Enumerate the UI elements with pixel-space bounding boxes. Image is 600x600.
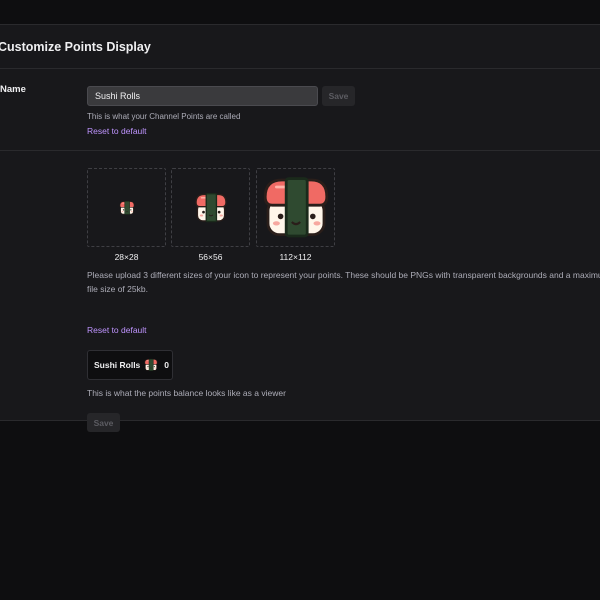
points-balance-preview: Sushi Rolls 0 xyxy=(87,350,173,380)
sushi-roll-icon xyxy=(194,192,227,222)
icon-upload-112[interactable] xyxy=(256,168,335,247)
customize-points-panel: Customize Points Display Name Save This … xyxy=(0,24,600,432)
reset-name-link[interactable]: Reset to default xyxy=(87,126,147,136)
save-icon-button[interactable]: Save xyxy=(87,413,120,432)
panel-header: Customize Points Display xyxy=(0,25,600,69)
icon-size-label-28: 28×28 xyxy=(114,252,139,262)
sushi-roll-icon xyxy=(263,176,328,237)
icon-size-label-56: 56×56 xyxy=(198,252,223,262)
preview-points-name: Sushi Rolls xyxy=(94,360,141,370)
preview-points-value: 0 xyxy=(164,360,170,370)
panel-title: Customize Points Display xyxy=(0,40,151,54)
sushi-roll-icon xyxy=(144,358,158,371)
name-label: Name xyxy=(0,84,26,95)
icon-upload-56[interactable] xyxy=(171,168,250,247)
icon-section: 28×28 56×56 112×112 Please upload 3 diff… xyxy=(0,152,600,432)
save-name-button[interactable]: Save xyxy=(322,86,355,106)
icon-upload-28[interactable] xyxy=(87,168,166,247)
reset-icon-link[interactable]: Reset to default xyxy=(87,325,147,335)
points-name-input[interactable] xyxy=(87,86,318,106)
name-section: Name Save This is what your Channel Poin… xyxy=(0,70,600,151)
icon-size-label-112: 112×112 xyxy=(279,252,312,262)
sushi-roll-icon xyxy=(119,200,134,215)
name-hint: This is what your Channel Points are cal… xyxy=(87,112,241,121)
preview-hint: This is what the points balance looks li… xyxy=(87,388,286,398)
icon-upload-description: Please upload 3 different sizes of your … xyxy=(87,270,600,294)
